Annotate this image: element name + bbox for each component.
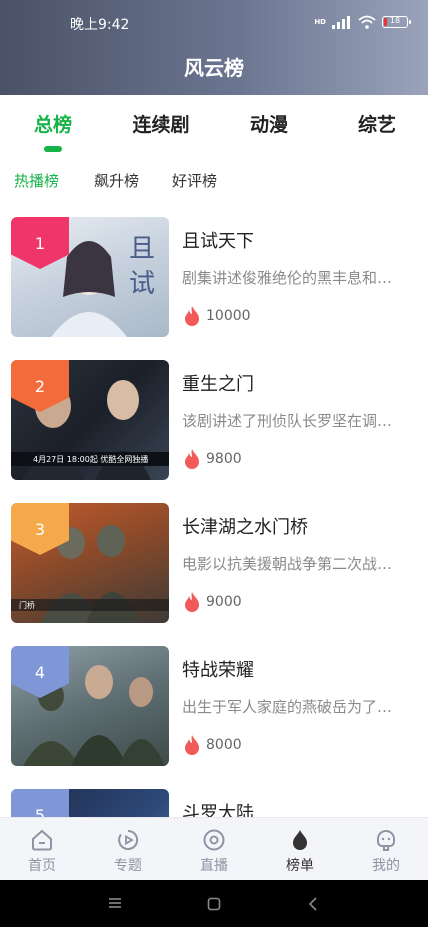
tab-total[interactable]: 总榜	[8, 110, 98, 137]
status-icons: HD 18	[314, 15, 411, 29]
home-square-icon[interactable]	[207, 897, 221, 911]
menu-icon[interactable]	[108, 897, 122, 909]
system-nav-bar	[0, 880, 428, 927]
battery-level: 18	[389, 16, 401, 25]
heat-count: 9800	[206, 451, 242, 467]
item-title: 特战荣耀	[182, 660, 254, 681]
heat-count: 10000	[206, 308, 251, 324]
list-item[interactable]: 且 试 1 且试天下 剧集讲述俊雅绝伦的黑丰息和… 10000	[0, 217, 428, 337]
status-bar: 晚上9:42 HD 18	[0, 12, 428, 34]
heat-indicator: 9000	[182, 591, 242, 613]
app-header: 晚上9:42 HD 18 风云榜	[0, 0, 428, 95]
signal-icon	[332, 15, 352, 29]
ranking-icon	[293, 830, 307, 850]
ranking-list: 且 试 1 且试天下 剧集讲述俊雅绝伦的黑丰息和… 10000 4月27日 18…	[0, 217, 428, 817]
item-description: 出生于军人家庭的燕破岳为了…	[182, 698, 393, 716]
svg-text:且: 且	[129, 234, 155, 264]
item-description: 电影以抗美援朝战争第二次战…	[182, 555, 393, 573]
list-item[interactable]: 4 特战荣耀 出生于军人家庭的燕破岳为了… 8000	[0, 646, 428, 766]
nav-live-label: 直播	[200, 858, 228, 874]
item-title: 长津湖之水门桥	[182, 517, 308, 538]
heat-count: 9000	[206, 594, 242, 610]
poster-image: 4月27日 18:00起 优酷全网独播 2	[11, 360, 169, 480]
battery-icon: 18	[382, 16, 411, 28]
poster-image: 且 试 1	[11, 217, 169, 337]
tab-series[interactable]: 连续剧	[116, 110, 206, 137]
nav-ranking-label: 榜单	[286, 858, 314, 874]
flame-icon	[185, 592, 199, 612]
flame-icon	[185, 735, 199, 755]
subtab-rising[interactable]: 飙升榜	[94, 170, 139, 191]
page-title: 风云榜	[184, 56, 244, 80]
heat-indicator: 10000	[182, 305, 251, 327]
wifi-icon	[358, 15, 376, 29]
nav-topics[interactable]: 专题	[98, 828, 158, 875]
status-time: 晚上9:42	[70, 17, 130, 33]
poster-image: 门桥 3	[11, 503, 169, 623]
live-icon	[203, 829, 225, 851]
heat-indicator: 9800	[182, 448, 242, 470]
nav-topics-label: 专题	[114, 858, 142, 874]
subtab-hot[interactable]: 热播榜	[14, 170, 59, 191]
nav-ranking[interactable]: 榜单	[270, 828, 330, 875]
home-icon	[32, 829, 52, 851]
item-title: 重生之门	[182, 374, 254, 395]
subtab-rated[interactable]: 好评榜	[172, 170, 217, 191]
nav-home[interactable]: 首页	[12, 828, 72, 875]
item-title: 且试天下	[182, 231, 254, 252]
svg-text:门桥: 门桥	[19, 600, 35, 610]
nav-profile[interactable]: 我的	[356, 828, 416, 875]
nav-home-label: 首页	[28, 858, 56, 874]
svg-text:试: 试	[129, 269, 155, 299]
play-icon	[118, 829, 139, 850]
item-description: 该剧讲述了刑侦队长罗坚在调…	[182, 412, 393, 430]
bottom-nav: 首页 专题 直播 榜单 我的	[0, 817, 428, 880]
main-tabs: 总榜 连续剧 动漫 综艺	[0, 110, 428, 156]
nav-live[interactable]: 直播	[184, 828, 244, 875]
list-item[interactable]: 门桥 3 长津湖之水门桥 电影以抗美援朝战争第二次战… 9000	[0, 503, 428, 623]
profile-icon	[377, 830, 395, 851]
item-title: 斗罗大陆	[182, 803, 254, 817]
heat-count: 8000	[206, 737, 242, 753]
tab-anime[interactable]: 动漫	[224, 110, 314, 137]
item-description: 剧集讲述俊雅绝伦的黑丰息和…	[182, 269, 393, 287]
list-item[interactable]: 4月27日 18:00起 优酷全网独播 2 重生之门 该剧讲述了刑侦队长罗坚在调…	[0, 360, 428, 480]
network-label: HD	[314, 18, 326, 26]
heat-indicator: 8000	[182, 734, 242, 756]
tab-indicator	[44, 146, 62, 152]
poster-image: 4	[11, 646, 169, 766]
rank-badge: 5	[11, 789, 69, 817]
tab-variety[interactable]: 综艺	[332, 110, 422, 137]
list-item[interactable]: 5 斗罗大陆	[0, 789, 428, 817]
back-icon[interactable]	[308, 897, 318, 911]
nav-profile-label: 我的	[372, 858, 400, 874]
flame-icon	[185, 306, 199, 326]
poster-image: 5	[11, 789, 169, 817]
svg-text:4月27日 18:00起 优酷全网独播: 4月27日 18:00起 优酷全网独播	[33, 454, 148, 464]
flame-icon	[185, 449, 199, 469]
